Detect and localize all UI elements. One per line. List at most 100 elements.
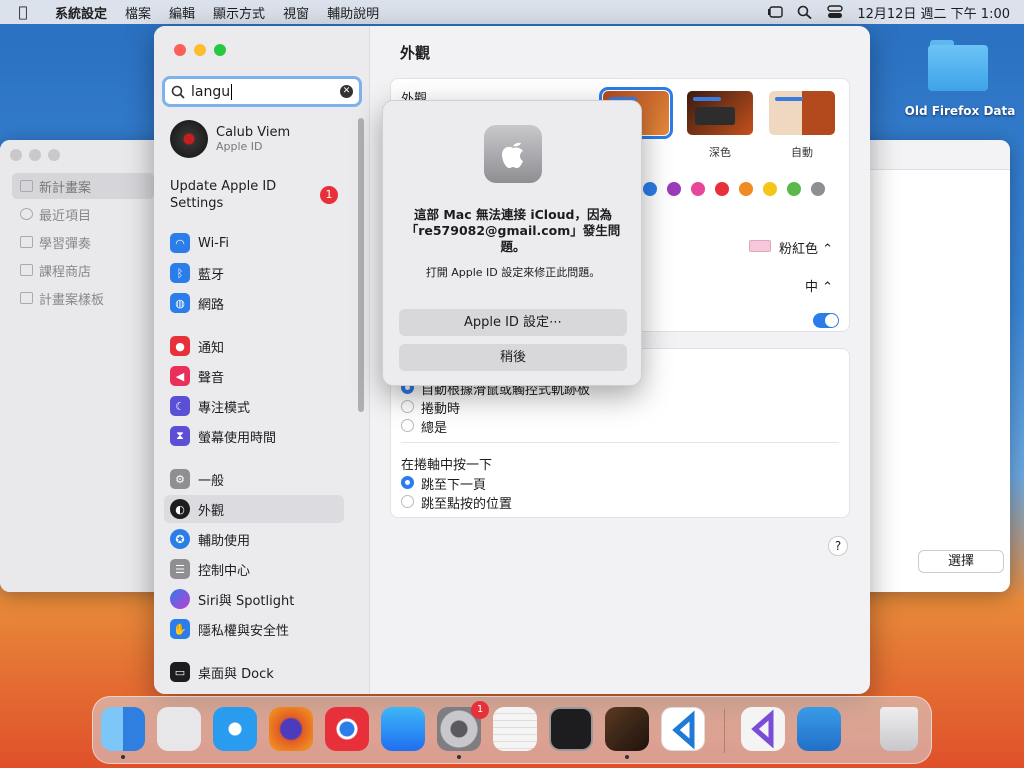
menu-view[interactable]: 顯示方式 (204, 3, 274, 22)
menu-help[interactable]: 輔助說明 (318, 3, 388, 22)
control-center-icon[interactable] (827, 5, 844, 19)
page-title: 外觀 (400, 44, 431, 62)
jump-next-page-label: 跳至下一頁 (421, 478, 487, 493)
sidebar-item-focus[interactable]: ☾ 專注模式 (164, 392, 344, 420)
accent-green[interactable] (787, 182, 801, 196)
stage-manager-icon[interactable] (767, 5, 784, 19)
vscode-icon[interactable] (661, 707, 705, 751)
sidebar-item-screen-time[interactable]: ⧗ 螢幕使用時間 (164, 422, 344, 450)
sidebar-item-notifications[interactable]: ● 通知 (164, 332, 344, 360)
sidebar-item-wifi[interactable]: ◠ Wi-Fi (164, 229, 344, 257)
bg-close-button[interactable] (10, 149, 22, 161)
menu-window[interactable]: 視窗 (274, 3, 318, 22)
dock-separator (724, 709, 725, 753)
trash-icon[interactable] (880, 707, 918, 751)
sidebar-item-network[interactable]: ◍ 網路 (164, 289, 344, 317)
garageband-icon[interactable] (605, 707, 649, 751)
visual-studio-icon[interactable] (741, 707, 785, 751)
dialog-title: 這部 Mac 無法連接 iCloud，因為「re579082@gmail.com… (405, 207, 621, 254)
later-button[interactable]: 稍後 (399, 344, 627, 371)
menu-file[interactable]: 檔案 (116, 3, 160, 22)
sidebar-item-privacy[interactable]: ✋ 隱私權與安全性 (164, 615, 344, 643)
accent-blue[interactable] (643, 182, 657, 196)
sidebar-scrollbar[interactable] (358, 118, 364, 412)
menu-clock[interactable]: 12月12日 週二 下午 1:00 (857, 3, 1010, 22)
finder-icon[interactable] (101, 707, 145, 751)
apple-id-profile[interactable]: Calub Viem Apple ID (170, 120, 290, 158)
running-indicator (625, 755, 629, 759)
sidebar-item-desktop-dock[interactable]: ▭ 桌面與 Dock (164, 658, 344, 686)
theme-dark-thumb[interactable] (687, 91, 753, 135)
accent-purple[interactable] (667, 182, 681, 196)
terminal-icon[interactable] (549, 707, 593, 751)
menu-edit[interactable]: 編輯 (160, 3, 204, 22)
bg-item-new-project[interactable]: 新計畫案 (12, 173, 154, 199)
firefox-icon[interactable] (269, 707, 313, 751)
highlight-color-select[interactable]: 粉紅色 ⌃ (779, 238, 833, 257)
bg-item-store[interactable]: 課程商店 (12, 257, 154, 283)
select-button[interactable]: 選擇 (918, 550, 1004, 573)
theme-auto-thumb[interactable] (769, 91, 835, 135)
bg-zoom-button[interactable] (48, 149, 60, 161)
apple-id-settings-button[interactable]: Apple ID 設定⋯ (399, 309, 627, 336)
scroll-always-radio[interactable] (401, 419, 414, 432)
siri-icon (170, 589, 190, 609)
weather-icon[interactable] (797, 707, 841, 751)
hand-icon: ✋ (170, 619, 190, 639)
sidebar-item-control-center[interactable]: ☰ 控制中心 (164, 555, 344, 583)
app-store-icon[interactable] (381, 707, 425, 751)
accent-red[interactable] (715, 182, 729, 196)
bg-minimize-button[interactable] (29, 149, 41, 161)
wallpaper-tint-toggle[interactable] (813, 313, 839, 328)
launchpad-icon[interactable] (157, 707, 201, 751)
sidebar-item-general[interactable]: ⚙ 一般 (164, 465, 344, 493)
sidebar-item-bluetooth[interactable]: ᛒ 藍牙 (164, 259, 344, 287)
jump-clicked-spot-radio[interactable] (401, 495, 414, 508)
search-input[interactable]: langu ✕ (162, 76, 362, 107)
textedit-icon[interactable] (493, 707, 537, 751)
minimize-button[interactable] (194, 44, 206, 56)
zoom-button[interactable] (214, 44, 226, 56)
speaker-icon: ◀ (170, 366, 190, 386)
clock-icon (20, 208, 33, 220)
profile-name: Calub Viem (216, 125, 291, 140)
file-icon (20, 180, 33, 192)
clear-search-icon[interactable]: ✕ (340, 85, 353, 98)
folder-icon[interactable] (928, 40, 988, 92)
folder-label[interactable]: Old Firefox Data (900, 104, 1020, 118)
profile-subtitle: Apple ID (216, 140, 263, 153)
sidebar-icon-size-select[interactable]: 中 ⌃ (805, 276, 833, 295)
jump-next-page-radio[interactable] (401, 476, 414, 489)
scroll-when-scrolling-radio[interactable] (401, 400, 414, 413)
chrome-icon[interactable] (325, 707, 369, 751)
bg-item-recent[interactable]: 最近項目 (12, 201, 154, 227)
menu-bar:  系統設定 檔案 編輯 顯示方式 視窗 輔助說明 12月12日 週二 下午 1… (0, 0, 1024, 24)
dock-icon: ▭ (170, 662, 190, 682)
bg-header (860, 140, 1010, 170)
update-apple-id-item[interactable]: Update Apple ID Settings (170, 178, 290, 212)
close-button[interactable] (174, 44, 186, 56)
menu-app-name[interactable]: 系統設定 (46, 3, 116, 22)
gear-icon: ⚙ (170, 469, 190, 489)
highlight-swatch (749, 240, 771, 252)
sidebar-item-accessibility[interactable]: ✪ 輔助使用 (164, 525, 344, 553)
sidebar-item-sound[interactable]: ◀ 聲音 (164, 362, 344, 390)
accent-orange[interactable] (739, 182, 753, 196)
apple-menu-icon[interactable]:  (0, 3, 46, 21)
accent-yellow[interactable] (763, 182, 777, 196)
running-indicator (457, 755, 461, 759)
help-button[interactable]: ? (828, 536, 848, 556)
spotlight-search-icon[interactable] (797, 5, 813, 20)
bluetooth-icon: ᛒ (170, 263, 190, 283)
folder-small-icon (20, 292, 33, 304)
accent-graphite[interactable] (811, 182, 825, 196)
divider (401, 442, 839, 443)
accessibility-icon: ✪ (170, 529, 190, 549)
bg-item-templates[interactable]: 計畫案樣板 (12, 285, 154, 311)
sidebar-item-appearance[interactable]: ◐ 外觀 (164, 495, 344, 523)
safari-icon[interactable] (213, 707, 257, 751)
bg-item-learn[interactable]: 學習彈奏 (12, 229, 154, 255)
accent-pink[interactable] (691, 182, 705, 196)
sidebar-item-siri[interactable]: Siri與 Spotlight (164, 585, 344, 613)
dock-badge: 1 (471, 701, 489, 719)
